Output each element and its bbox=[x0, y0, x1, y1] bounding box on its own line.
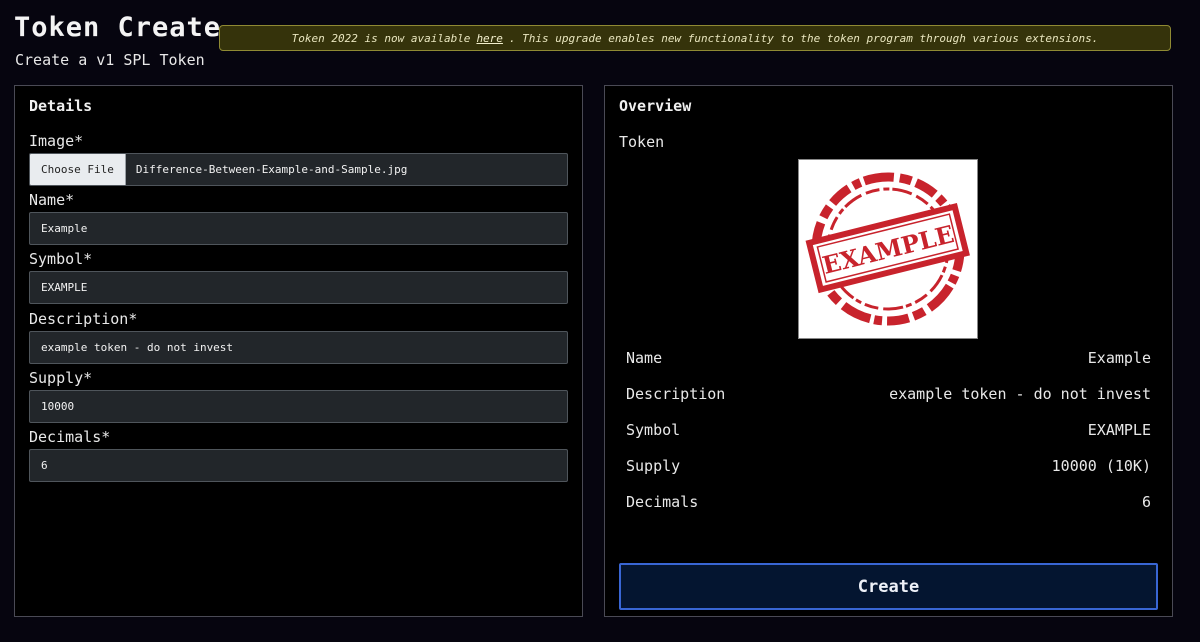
overview-row-supply: Supply 10000 (10K) bbox=[626, 457, 1151, 475]
overview-row-label: Name bbox=[626, 349, 663, 367]
notice-here-link[interactable]: here bbox=[476, 32, 503, 45]
notice-text-after: . This upgrade enables new functionality… bbox=[508, 31, 1099, 45]
details-panel: Details Image* Choose File Difference-Be… bbox=[14, 85, 583, 617]
overview-row-value: 10000 (10K) bbox=[1051, 457, 1151, 475]
notice-banner: Token 2022 is now available here . This … bbox=[219, 25, 1171, 51]
page-subtitle: Create a v1 SPL Token bbox=[15, 51, 205, 69]
overview-row-value: 6 bbox=[1141, 493, 1151, 511]
image-label: Image* bbox=[29, 132, 84, 150]
supply-input[interactable] bbox=[29, 390, 568, 423]
description-input[interactable] bbox=[29, 331, 568, 364]
token-label: Token bbox=[619, 133, 665, 151]
symbol-label: Symbol* bbox=[29, 250, 93, 268]
details-heading: Details bbox=[29, 97, 93, 115]
overview-row-value: Example bbox=[1087, 349, 1151, 367]
symbol-input[interactable] bbox=[29, 271, 568, 304]
overview-row-name: Name Example bbox=[626, 349, 1151, 367]
name-label: Name* bbox=[29, 191, 75, 209]
name-input[interactable] bbox=[29, 212, 568, 245]
decimals-input[interactable] bbox=[29, 449, 568, 482]
overview-row-description: Description example token - do not inves… bbox=[626, 385, 1151, 403]
overview-heading: Overview bbox=[619, 97, 692, 115]
choose-file-button[interactable]: Choose File bbox=[30, 154, 126, 185]
overview-row-symbol: Symbol EXAMPLE bbox=[626, 421, 1151, 439]
description-label: Description* bbox=[29, 310, 138, 328]
notice-text-before: Token 2022 is now available bbox=[291, 31, 471, 45]
overview-row-value: EXAMPLE bbox=[1087, 421, 1151, 439]
selected-file-name: Difference-Between-Example-and-Sample.jp… bbox=[135, 163, 408, 176]
overview-row-label: Description bbox=[626, 385, 726, 403]
overview-row-label: Decimals bbox=[626, 493, 699, 511]
example-stamp-image: EXAMPLE bbox=[805, 172, 970, 326]
token-image-preview: EXAMPLE bbox=[798, 159, 978, 339]
supply-label: Supply* bbox=[29, 369, 93, 387]
image-file-input[interactable]: Choose File Difference-Between-Example-a… bbox=[29, 153, 568, 186]
overview-row-label: Supply bbox=[626, 457, 681, 475]
overview-panel: Overview Token EXAMPLE Name Example Desc… bbox=[604, 85, 1173, 617]
overview-row-value: example token - do not invest bbox=[889, 385, 1151, 403]
overview-row-decimals: Decimals 6 bbox=[626, 493, 1151, 511]
overview-row-label: Symbol bbox=[626, 421, 681, 439]
page-title: Token Create bbox=[14, 12, 222, 43]
decimals-label: Decimals* bbox=[29, 428, 111, 446]
create-button[interactable]: Create bbox=[619, 563, 1158, 610]
